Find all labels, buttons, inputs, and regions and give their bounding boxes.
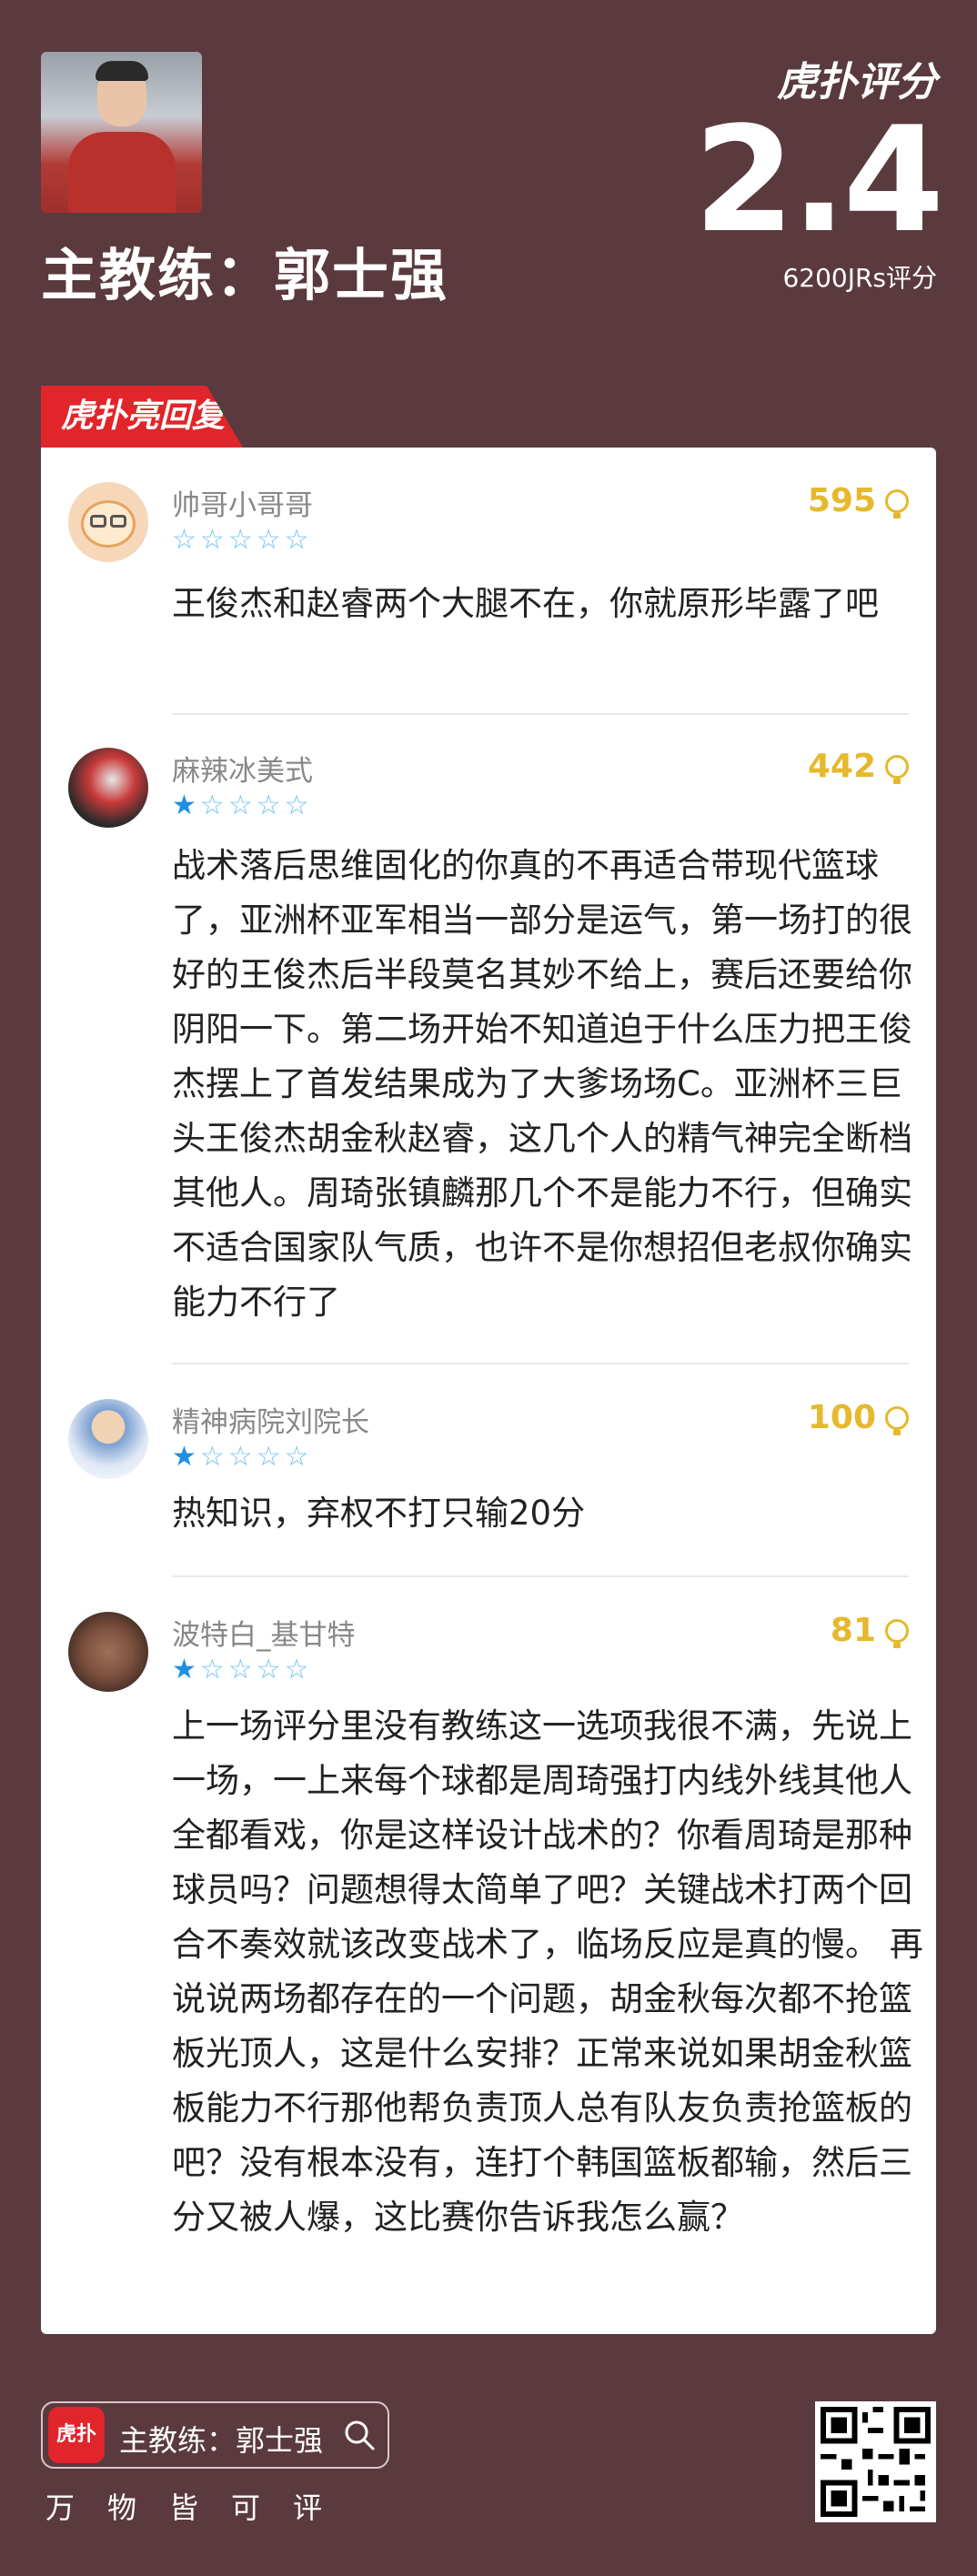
- star-empty-icon: ☆: [227, 1441, 257, 1473]
- like-count: 595: [807, 482, 876, 519]
- star-empty-icon: ☆: [172, 524, 200, 556]
- hupu-app-icon: 虎扑: [48, 2407, 105, 2463]
- avatar[interactable]: [68, 1399, 148, 1479]
- hot-replies-tag: 虎扑亮回复: [41, 386, 243, 448]
- like-count: 442: [807, 748, 876, 785]
- star-empty-icon: ☆: [284, 1441, 313, 1473]
- star-empty-icon: ☆: [227, 524, 257, 556]
- lightbulb-icon[interactable]: [885, 1406, 909, 1435]
- star-empty-icon: ☆: [284, 790, 313, 821]
- star-rating: ★☆☆☆☆: [172, 790, 313, 821]
- star-empty-icon: ☆: [256, 1441, 285, 1473]
- rating-score: 2.4: [693, 95, 944, 265]
- comment-text: 战术落后思维固化的你真的不再适合带现代篮球了，亚洲杯亚军相当一部分是运气，第一场…: [172, 846, 912, 1322]
- comment-text: 热知识，弃权不打只输20分: [172, 1494, 586, 1533]
- star-empty-icon: ☆: [256, 1654, 285, 1685]
- comment-item: 麻辣冰美式 ★☆☆☆☆ 442 战术落后思维固化的你真的不再适合带现代篮球了，亚…: [41, 715, 936, 1364]
- star-empty-icon: ☆: [199, 1654, 228, 1685]
- star-empty-icon: ☆: [256, 790, 285, 821]
- username[interactable]: 精神病院刘院长: [172, 1399, 369, 1440]
- comment-text: 上一场评分里没有教练这一选项我很不满，先说上一场，一上来每个球都是周琦强打内线外…: [172, 1706, 923, 2237]
- star-filled-icon: ★: [172, 1441, 200, 1473]
- comment-text: 王俊杰和赵睿两个大腿不在，你就原形毕露了吧: [172, 584, 879, 623]
- star-empty-icon: ☆: [227, 1654, 257, 1685]
- username[interactable]: 波特白_基甘特: [172, 1612, 356, 1653]
- search-box[interactable]: 虎扑 主教练：郭士强: [41, 2401, 389, 2469]
- qr-code: [815, 2401, 936, 2522]
- star-empty-icon: ☆: [199, 790, 228, 821]
- like-count: 81: [830, 1612, 876, 1649]
- star-rating: ★☆☆☆☆: [172, 1441, 313, 1473]
- username[interactable]: 麻辣冰美式: [172, 748, 313, 789]
- star-empty-icon: ☆: [227, 790, 257, 821]
- avatar[interactable]: [68, 1612, 148, 1692]
- rating-count: 6200JRs评分: [782, 263, 937, 293]
- search-query: 主教练：郭士强: [119, 2423, 324, 2458]
- lightbulb-icon[interactable]: [885, 1619, 909, 1648]
- like-count: 100: [807, 1399, 876, 1436]
- star-empty-icon: ☆: [199, 1441, 228, 1473]
- avatar[interactable]: [68, 748, 148, 828]
- star-rating: ☆☆☆☆☆: [172, 524, 313, 556]
- star-empty-icon: ☆: [284, 524, 313, 556]
- comments-card: 帅哥小哥哥 ☆☆☆☆☆ 595 王俊杰和赵睿两个大腿不在，你就原形毕露了吧 麻辣…: [41, 448, 936, 2334]
- lightbulb-icon[interactable]: [885, 489, 909, 518]
- comment-item: 波特白_基甘特 ★☆☆☆☆ 81 上一场评分里没有教练这一选项我很不满，先说上一…: [41, 1577, 936, 2334]
- star-rating: ★☆☆☆☆: [172, 1654, 313, 1685]
- app-icon-text: 虎扑: [55, 2423, 96, 2446]
- star-empty-icon: ☆: [256, 524, 285, 556]
- slogan: 万物皆可评: [45, 2490, 356, 2525]
- comment-item: 帅哥小哥哥 ☆☆☆☆☆ 595 王俊杰和赵睿两个大腿不在，你就原形毕露了吧: [41, 448, 936, 715]
- avatar[interactable]: [68, 482, 148, 562]
- star-filled-icon: ★: [172, 1654, 200, 1685]
- star-filled-icon: ★: [172, 790, 200, 821]
- lightbulb-icon[interactable]: [885, 755, 909, 784]
- coach-title: 主教练：郭士强: [41, 242, 449, 308]
- username[interactable]: 帅哥小哥哥: [172, 482, 313, 523]
- star-empty-icon: ☆: [284, 1654, 313, 1685]
- star-empty-icon: ☆: [199, 524, 228, 556]
- search-icon[interactable]: [342, 2418, 377, 2452]
- comment-item: 精神病院刘院长 ★☆☆☆☆ 100 热知识，弃权不打只输20分: [41, 1364, 936, 1577]
- coach-photo: [41, 52, 202, 213]
